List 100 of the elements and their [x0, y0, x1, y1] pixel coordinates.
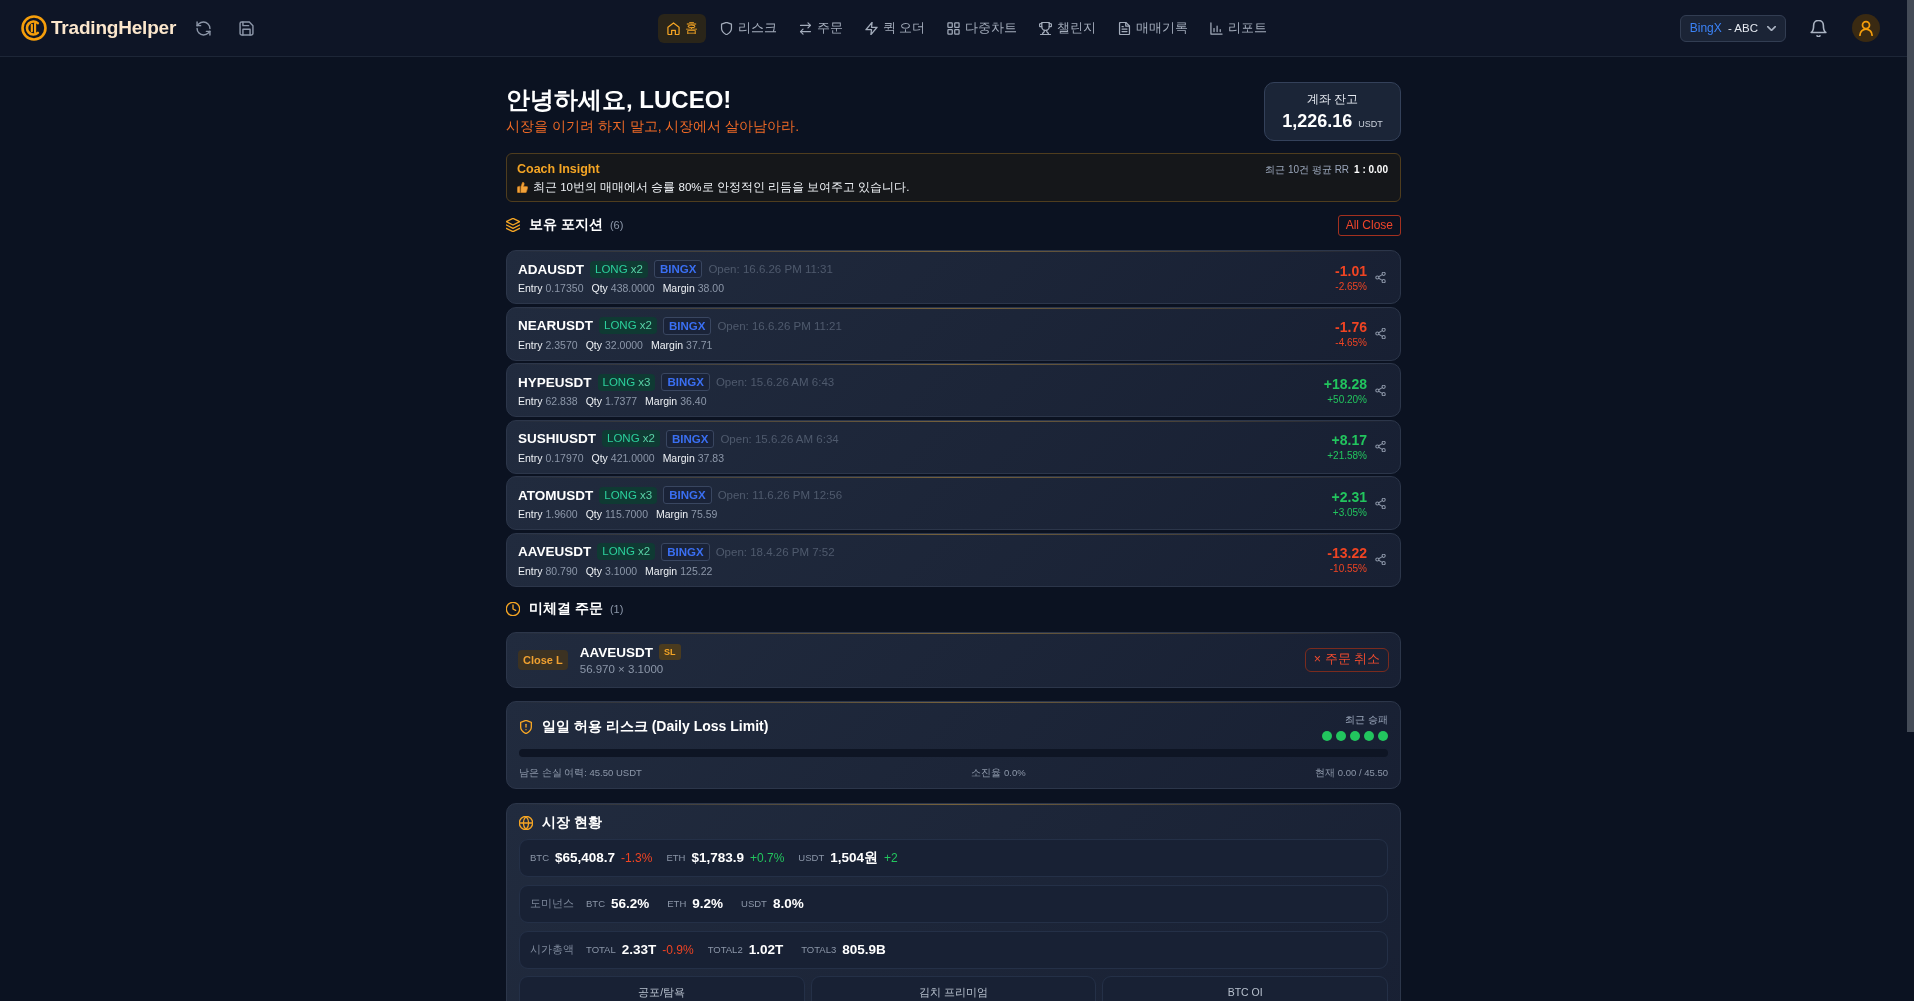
detail-label: Qty [591, 451, 608, 464]
recent-label: 최근 승패 [1345, 713, 1388, 726]
app-name: TradingHelper [51, 17, 177, 39]
share-icon[interactable] [1375, 441, 1386, 452]
detail-label: Margin [645, 395, 678, 407]
detail-label: Entry [518, 338, 543, 351]
exchange-badge: BINGX [653, 260, 703, 278]
clock-icon [506, 601, 520, 616]
bell-icon[interactable] [1810, 19, 1827, 37]
detail-value: 1.7377 [605, 395, 638, 407]
ticker-value: 2.33T [621, 942, 657, 957]
nav-tab[interactable]: 챌린지 [1030, 13, 1105, 43]
detail-label: Qty [585, 338, 602, 351]
detail-value: 421.0000 [610, 451, 655, 464]
avatar-icon[interactable] [1852, 14, 1880, 42]
detail-value: 0.17350 [545, 282, 584, 294]
save-icon[interactable] [239, 20, 255, 36]
rr-label: 최근 10건 평균 RR [1265, 163, 1350, 177]
bar-chart-icon [1210, 21, 1224, 35]
share-icon[interactable] [1375, 554, 1386, 565]
pnl-value: +2.31 [1331, 488, 1367, 505]
detail-label: Qty [585, 395, 602, 407]
balance-value: 1,226.16 [1282, 111, 1353, 132]
scrollbar-thumb[interactable] [1907, 0, 1914, 732]
detail-label: Margin [662, 451, 695, 464]
close-all-button[interactable]: All Close [1337, 214, 1401, 236]
current-text: 현재 0.00 / 45.50 [1315, 766, 1388, 779]
balance-unit: USDT [1358, 119, 1383, 129]
nav-tab[interactable]: 매매기록 [1109, 13, 1197, 43]
detail-label: Margin [662, 282, 695, 294]
refresh-icon[interactable] [196, 20, 212, 36]
symbol-label: ADAUSDT [518, 261, 584, 277]
ticker-label: ETH [666, 852, 686, 863]
nav-tab[interactable]: 주문 [790, 13, 852, 43]
ticker-label: USDT [798, 852, 825, 863]
pnl-value: +18.28 [1323, 375, 1367, 392]
ticker-label: BTC [586, 898, 605, 909]
ticker-label: TOTAL3 [801, 944, 837, 955]
side-badge: LONG x2 [590, 260, 648, 278]
symbol-label: HYPEUSDT [518, 374, 592, 390]
pnl-percent: -4.65% [1335, 337, 1367, 348]
pnl-percent: -2.65% [1335, 280, 1367, 292]
share-icon[interactable] [1375, 497, 1386, 509]
globe-icon [519, 815, 533, 830]
order-tag-badge: SL [659, 644, 681, 660]
detail-value: 125.22 [680, 564, 713, 577]
symbol-label: NEARUSDT [518, 318, 593, 333]
detail-value: 62.838 [545, 395, 578, 407]
side-badge: LONG x3 [599, 486, 658, 504]
detail-label: Margin [645, 564, 678, 577]
risk-title: 일일 허용 리스크 (Daily Loss Limit) [542, 717, 769, 736]
nav-tab[interactable]: 다중차트 [938, 13, 1026, 43]
tile-title: BTC OI [1227, 985, 1263, 999]
insight-title: Coach Insight [517, 161, 601, 177]
detail-value: 37.83 [697, 451, 724, 464]
layers-icon [506, 218, 520, 232]
detail-label: Entry [518, 508, 543, 520]
row-label: 도미넌스 [530, 896, 574, 911]
pnl-percent: -10.55% [1329, 563, 1367, 574]
symbol-label: AAVEUSDT [518, 544, 592, 559]
detail-value: 75.59 [691, 508, 718, 520]
ticker-value: 805.9B [842, 942, 886, 957]
detail-label: Qty [585, 564, 602, 577]
section-title: 미체결 주문 [529, 599, 603, 618]
share-icon[interactable] [1375, 328, 1386, 339]
detail-value: 2.3570 [545, 338, 578, 351]
lightning-icon [864, 21, 878, 35]
grid-icon [947, 21, 961, 35]
detail-value: 0.17970 [545, 451, 584, 464]
side-badge: LONG x2 [597, 543, 656, 560]
nav-tab[interactable]: 리스크 [711, 13, 786, 43]
account-select[interactable]: BingX - ABC [1679, 14, 1786, 42]
cancel-order-button[interactable]: × 주문 취소 [1304, 647, 1389, 672]
exchange-badge: BINGX [663, 486, 712, 504]
ticker-value: $65,408.7 [555, 850, 616, 865]
detail-label: Qty [591, 282, 608, 294]
symbol-label: AAVEUSDT [579, 644, 653, 660]
nav-tab[interactable]: 리포트 [1201, 13, 1276, 43]
document-icon [1118, 21, 1132, 35]
pnl-percent: +3.05% [1332, 506, 1367, 518]
exchange-badge: BINGX [665, 429, 715, 448]
tile-title: 공포/탐욕 [638, 985, 686, 999]
ticker-label: BTC [530, 852, 549, 863]
detail-label: Entry [518, 395, 543, 407]
share-icon[interactable] [1375, 271, 1386, 283]
detail-label: Margin [656, 508, 689, 520]
row-label: 시가총액 [530, 942, 574, 957]
detail-value: 38.00 [697, 282, 724, 294]
ticker-value: 9.2% [692, 896, 724, 911]
pnl-percent: +21.58% [1327, 450, 1367, 461]
nav-tab[interactable]: 홈 [658, 13, 707, 43]
detail-label: Entry [518, 564, 543, 577]
share-icon[interactable] [1375, 384, 1386, 396]
side-badge: LONG x2 [599, 317, 657, 334]
usage-text: 소진율 0.0% [971, 766, 1026, 779]
detail-label: Entry [518, 451, 543, 464]
ticker-label: TOTAL [586, 944, 616, 955]
remaining-text: 남은 손실 여력: 45.50 USDT [519, 766, 642, 779]
exchange-badge: BINGX [662, 316, 712, 335]
nav-tab[interactable]: 퀵 오더 [856, 13, 934, 43]
